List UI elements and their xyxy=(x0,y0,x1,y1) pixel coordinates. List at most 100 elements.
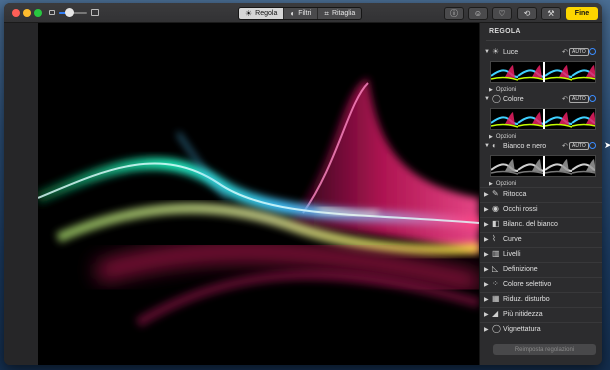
undo-icon[interactable]: ↶ xyxy=(562,142,568,150)
collapsed-triangle-icon: ▶ xyxy=(484,267,489,273)
section-header-luce[interactable]: ▼ ☀ Luce ↶ AUTO xyxy=(480,47,602,59)
adjustment-item-livelli[interactable]: ▶ ▥ Livelli xyxy=(480,247,602,261)
adjustment-label: Definizione xyxy=(503,266,538,273)
info-button[interactable]: ⓘ xyxy=(444,7,464,20)
adjustment-label: Vignettatura xyxy=(503,326,541,333)
strip-wave-lower xyxy=(517,76,546,81)
tab-label: Ritaglia xyxy=(331,10,356,17)
half-circle-icon: ◐ xyxy=(492,141,497,150)
strip-wave-lower xyxy=(491,76,519,81)
strip-wave-lower xyxy=(517,123,546,128)
undo-icon[interactable]: ↶ xyxy=(562,48,568,56)
slider-handle[interactable] xyxy=(543,156,545,176)
expand-triangle-icon: ▼ xyxy=(484,143,490,149)
adjustment-item-definizione[interactable]: ▶ ◺ Definizione xyxy=(480,262,602,276)
mouse-cursor-icon: ➤ xyxy=(604,140,610,150)
adjustment-item-bilanc-del-bianco[interactable]: ▶ ◧ Bilanc. del bianco xyxy=(480,217,602,231)
adjustment-label: Curve xyxy=(503,236,522,243)
fullscreen-window-button[interactable] xyxy=(34,9,42,17)
tab-label: Regola xyxy=(255,10,278,17)
enable-toggle[interactable] xyxy=(589,142,596,149)
bianco-e-nero-slider-strip[interactable] xyxy=(490,155,596,177)
auto-button[interactable]: AUTO xyxy=(569,95,589,103)
adjust-icon: ☀ xyxy=(245,8,253,18)
auto-button[interactable]: AUTO xyxy=(569,142,589,150)
section-header-bianco-e-nero[interactable]: ▼ ◐ Bianco e nero ↶ AUTO xyxy=(480,141,602,153)
reset-adjustments-button[interactable]: Reimposta regolazioni xyxy=(493,344,596,355)
color-circle-icon: ◯ xyxy=(492,94,501,103)
curves-icon: ⌇ xyxy=(492,234,496,243)
colore-slider-strip[interactable] xyxy=(490,108,596,130)
adjustment-item-pi-nitidezza[interactable]: ▶ ◢ Più nitidezza xyxy=(480,307,602,321)
tab-ritaglia[interactable]: ⌗ Ritaglia xyxy=(318,8,361,19)
options-label: Opzioni xyxy=(495,134,517,140)
adjustment-label: Livelli xyxy=(503,251,521,258)
smiley-icon: ☺ xyxy=(473,9,483,18)
adjustment-label: Riduz. disturbo xyxy=(503,296,550,303)
magic-wand-icon: ⚒ xyxy=(547,9,555,18)
enhance-button[interactable]: ⚒ xyxy=(541,7,561,20)
photo-canvas[interactable] xyxy=(38,23,479,365)
adjustment-label: Occhi rossi xyxy=(503,206,538,213)
done-button[interactable]: Fine xyxy=(566,7,598,20)
tab-filtri[interactable]: ◐ Filtri xyxy=(284,8,319,19)
smiley-button[interactable]: ☺ xyxy=(468,7,488,20)
filters-icon: ◐ xyxy=(290,8,296,18)
photos-window: ☀ Regola ◐ Filtri ⌗ Ritaglia ⓘ ☺ ♡ ⟲ ⚒ F… xyxy=(4,3,602,365)
adjustment-item-curve[interactable]: ▶ ⌇ Curve xyxy=(480,232,602,246)
luce-slider-strip[interactable] xyxy=(490,61,596,83)
strip-wave-lower xyxy=(571,76,595,80)
strip-wave-lower xyxy=(491,123,519,128)
dots-icon: ⁘ xyxy=(492,279,499,288)
favorite-button[interactable]: ♡ xyxy=(492,7,512,20)
slider-handle[interactable] xyxy=(543,109,545,129)
adjustment-item-vignettatura[interactable]: ▶ ◯ Vignettatura xyxy=(480,322,602,336)
eye-icon: ◉ xyxy=(492,204,499,213)
collapsed-triangle-icon: ▶ xyxy=(484,192,489,198)
strip-wave-lower xyxy=(517,170,546,175)
tab-regola[interactable]: ☀ Regola xyxy=(239,8,285,19)
adjustment-label: Colore selettivo xyxy=(503,281,552,288)
auto-button[interactable]: AUTO xyxy=(569,48,589,56)
adjustment-item-colore-selettivo[interactable]: ▶ ⁘ Colore selettivo xyxy=(480,277,602,291)
strip-wave-lower xyxy=(491,170,519,175)
strip-wave-lower xyxy=(544,170,573,175)
collapsed-triangle-icon: ▶ xyxy=(484,282,489,288)
undo-icon[interactable]: ↶ xyxy=(562,95,568,103)
sidebar-title: REGOLA xyxy=(489,28,521,35)
expand-triangle-icon: ▼ xyxy=(484,96,490,102)
section-header-colore[interactable]: ▼ ◯ Colore ↶ AUTO xyxy=(480,94,602,106)
white-balance-icon: ◧ xyxy=(492,219,500,228)
sun-icon: ☀ xyxy=(492,47,500,56)
triangle-icon: ◺ xyxy=(492,264,499,273)
options-toggle[interactable]: ▶ Opzioni xyxy=(489,87,516,93)
heart-icon: ♡ xyxy=(498,9,506,18)
options-label: Opzioni xyxy=(495,87,517,93)
adjustment-item-ritocca[interactable]: ▶ ✎ Ritocca xyxy=(480,187,602,201)
rotate-button[interactable]: ⟲ xyxy=(517,7,537,20)
collapsed-triangle-icon: ▶ xyxy=(484,327,489,333)
left-margin-panel xyxy=(4,23,38,365)
vignette-icon: ◯ xyxy=(492,324,501,333)
enable-toggle[interactable] xyxy=(589,95,596,102)
tab-label: Filtri xyxy=(298,10,312,17)
info-icon: ⓘ xyxy=(450,9,458,18)
section-label: Luce xyxy=(503,49,519,56)
strip-wave-lower xyxy=(544,123,573,128)
levels-icon: ▥ xyxy=(492,249,500,258)
options-toggle[interactable]: ▶ Opzioni xyxy=(489,134,516,140)
adjustment-label: Ritocca xyxy=(503,191,527,198)
adjustment-item-occhi-rossi[interactable]: ▶ ◉ Occhi rossi xyxy=(480,202,602,216)
adjustment-item-riduz-disturbo[interactable]: ▶ ▦ Riduz. disturbo xyxy=(480,292,602,306)
zoom-in-icon xyxy=(91,9,99,16)
minimize-window-button[interactable] xyxy=(23,9,31,17)
slider-handle[interactable] xyxy=(543,62,545,82)
collapsed-triangle-icon: ▶ xyxy=(484,207,489,213)
sharpen-icon: ◢ xyxy=(492,309,499,318)
zoom-slider-knob[interactable] xyxy=(65,8,74,17)
collapsed-triangle-icon: ▶ xyxy=(484,237,489,243)
collapsed-triangle-icon: ▶ xyxy=(484,222,489,228)
close-window-button[interactable] xyxy=(12,9,20,17)
bandage-icon: ✎ xyxy=(492,189,499,198)
enable-toggle[interactable] xyxy=(589,48,596,55)
